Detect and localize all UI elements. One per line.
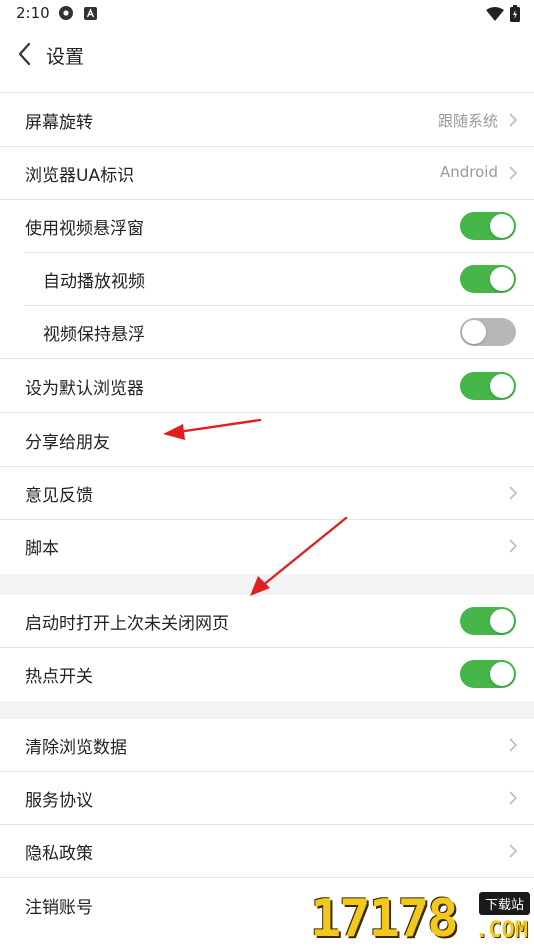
keep-video-floating-row: 视频保持悬浮 [0,306,534,359]
row-label: 脚本 [25,539,59,559]
video-float-window-row: 使用视频悬浮窗 [0,200,534,253]
screen-rotation-row[interactable]: 屏幕旋转 跟随系统 [0,94,534,147]
watermark-badge: 下载站 [478,892,530,915]
page-title: 设置 [46,46,85,68]
row-label: 隐私政策 [25,844,93,864]
status-time: 2:10 [16,4,50,22]
watermark-suffix: .COM [475,918,528,943]
chevron-right-icon [509,166,518,180]
row-label: 使用视频悬浮窗 [25,219,144,239]
row-label: 意见反馈 [25,486,93,506]
row-label: 热点开关 [25,667,93,687]
row-label: 启动时打开上次未关闭网页 [25,614,229,634]
video-float-window-toggle[interactable] [460,212,516,240]
row-label: 分享给朋友 [25,433,110,453]
row-label: 清除浏览数据 [25,738,127,758]
row-value: 跟随系统 [437,112,498,130]
row-label: 视频保持悬浮 [43,325,145,345]
watermark-number: 17178 [310,889,459,949]
chevron-right-icon [509,486,518,500]
chevron-right-icon [509,844,518,858]
restore-tabs-toggle[interactable] [460,607,516,635]
wifi-icon [486,6,504,21]
status-bar: 2:10 [0,0,534,28]
privacy-policy-row[interactable]: 隐私政策 [0,825,534,878]
row-label: 自动播放视频 [43,272,145,292]
row-label: 注销账号 [25,898,93,918]
battery-icon [510,5,520,22]
hotspot-toggle[interactable] [460,660,516,688]
clear-browsing-data-row[interactable]: 清除浏览数据 [0,719,534,772]
row-value: Android [440,163,498,181]
row-label: 设为默认浏览器 [25,379,144,399]
site-watermark: 17178 下载站 .COM [310,888,534,950]
autoplay-video-row: 自动播放视频 [0,253,534,306]
back-icon[interactable] [14,40,38,68]
settings-app-icon [59,6,73,20]
restore-tabs-row: 启动时打开上次未关闭网页 [0,595,534,648]
notification-a-icon [84,6,97,20]
chevron-right-icon [509,113,518,127]
share-with-friends-row[interactable]: 分享给朋友 [0,414,534,467]
row-label: 浏览器UA标识 [25,166,135,186]
section-gap [0,574,534,595]
row-label: 屏幕旋转 [25,113,93,133]
default-browser-toggle[interactable] [460,372,516,400]
service-agreement-row[interactable]: 服务协议 [0,772,534,825]
row-label: 服务协议 [25,791,93,811]
chevron-right-icon [509,539,518,553]
autoplay-video-toggle[interactable] [460,265,516,293]
feedback-row[interactable]: 意见反馈 [0,467,534,520]
settings-header: 设置 [0,30,534,78]
set-default-browser-row: 设为默认浏览器 [0,360,534,413]
chevron-right-icon [509,738,518,752]
chevron-right-icon [509,791,518,805]
keep-video-floating-toggle[interactable] [460,318,516,346]
header-divider [0,92,534,93]
browser-ua-row[interactable]: 浏览器UA标识 Android [0,147,534,200]
section-gap [0,701,534,719]
script-row[interactable]: 脚本 [0,520,534,573]
hotspot-row: 热点开关 [0,648,534,701]
